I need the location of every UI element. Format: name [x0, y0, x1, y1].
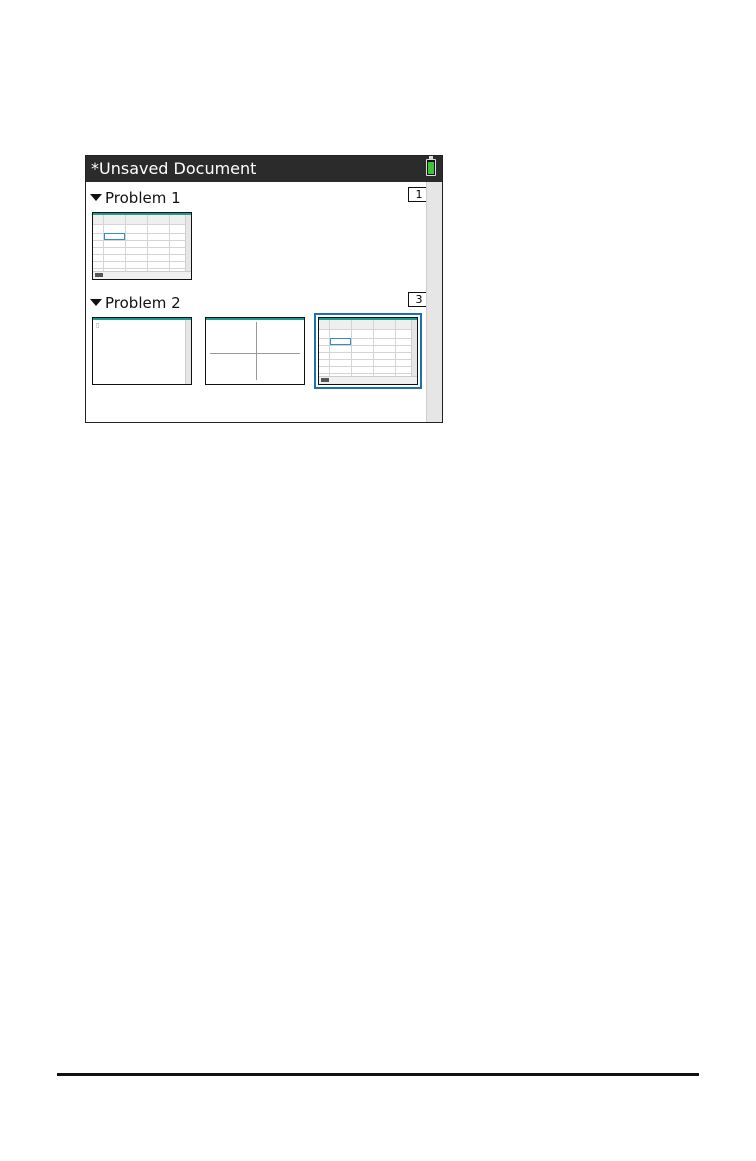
triangle-down-icon[interactable] [90, 194, 102, 201]
document-browser-screen: *Unsaved Document Problem 1 1 Problem 2 … [85, 155, 443, 423]
problem-2-label: Problem 2 [105, 294, 181, 312]
page-thumbnail-2-1[interactable]: ▯ [92, 317, 192, 385]
footer-rule [57, 1073, 699, 1076]
page-thumbnail-1-1[interactable] [92, 212, 192, 280]
problem-1-label: Problem 1 [105, 189, 181, 207]
notes-cursor-icon: ▯ [96, 323, 100, 329]
problem-1-page-count: 1 [415, 188, 423, 201]
scrollbar[interactable] [426, 182, 442, 422]
page-thumbnail-2-3[interactable] [314, 313, 422, 389]
problem-2-page-count: 3 [415, 293, 423, 306]
title-bar: *Unsaved Document [86, 156, 442, 182]
problem-2-header[interactable]: Problem 2 [90, 293, 181, 313]
document-title: *Unsaved Document [91, 159, 257, 178]
battery-icon [426, 156, 436, 176]
problem-1-header[interactable]: Problem 1 [90, 188, 181, 208]
triangle-down-icon[interactable] [90, 299, 102, 306]
page-thumbnail-2-2[interactable] [205, 317, 305, 385]
